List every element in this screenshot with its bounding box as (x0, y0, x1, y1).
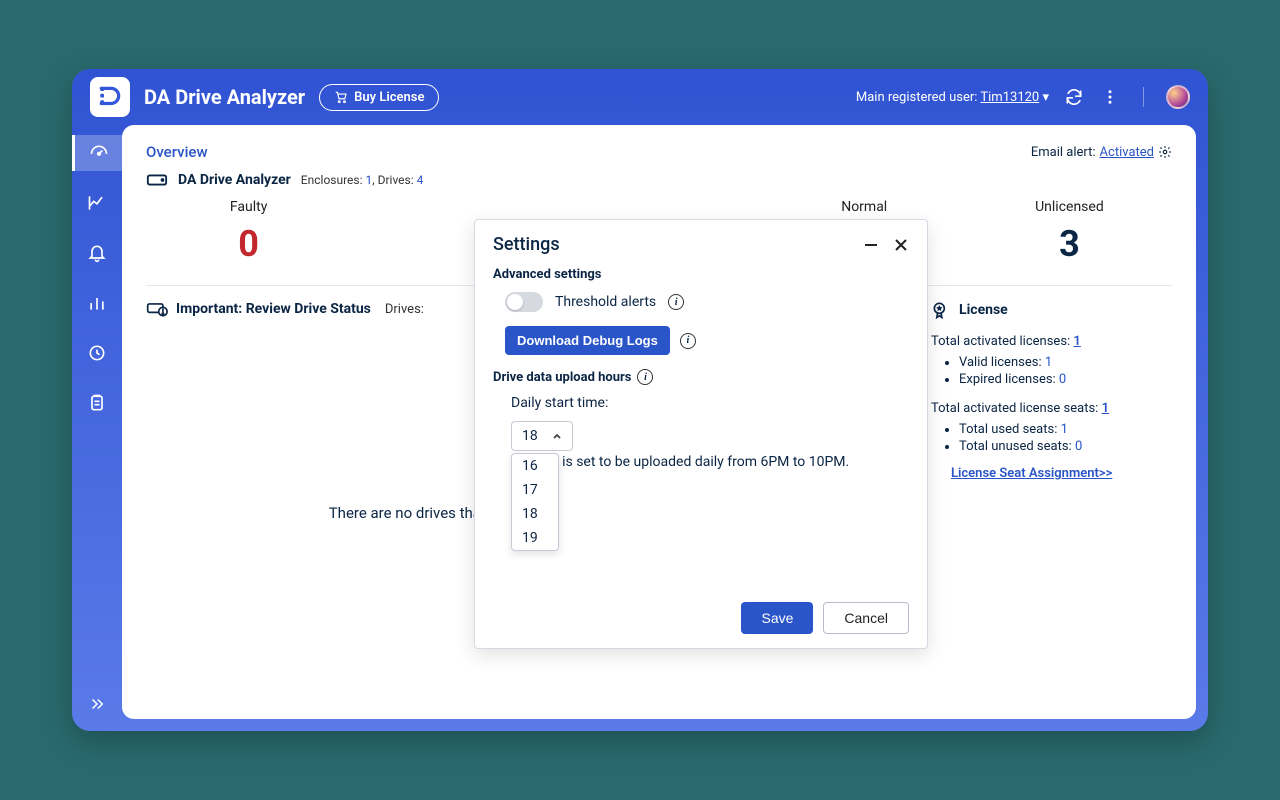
license-seat-assignment-link[interactable]: License Seat Assignment>> (951, 466, 1112, 481)
caret-down-icon: ▾ (1039, 90, 1049, 105)
stat-faulty[interactable]: Faulty 0 (146, 199, 351, 265)
bar-chart-icon (87, 293, 107, 313)
titlebar-separator (1143, 87, 1144, 107)
save-button[interactable]: Save (741, 602, 813, 634)
cart-icon (334, 90, 348, 104)
sidebar-expand-button[interactable] (72, 689, 122, 719)
total-seats-value[interactable]: 1 (1102, 401, 1109, 416)
info-icon[interactable]: i (680, 333, 696, 349)
page-title: Overview (146, 143, 208, 161)
modal-title: Settings (493, 234, 863, 255)
email-alert-link[interactable]: Activated (1100, 145, 1154, 160)
more-menu-button[interactable] (1099, 86, 1121, 108)
stat-unlicensed[interactable]: Unlicensed 3 (967, 199, 1172, 265)
valid-licenses: Valid licenses: 1 (959, 355, 1172, 370)
minimize-button[interactable] (863, 237, 879, 253)
start-hour-dropdown: 16 17 18 19 (511, 453, 559, 551)
download-debug-logs-button[interactable]: Download Debug Logs (505, 326, 670, 355)
app-title: DA Drive Analyzer (144, 85, 305, 109)
review-title: Important: Review Drive Status (176, 301, 371, 317)
chart-line-icon (87, 193, 107, 213)
bell-icon (87, 243, 107, 263)
buy-license-button[interactable]: Buy License (319, 84, 439, 111)
hour-option[interactable]: 18 (512, 502, 558, 526)
app-logo (90, 77, 130, 117)
sidebar-item-reports[interactable] (72, 285, 122, 321)
refresh-button[interactable] (1063, 86, 1085, 108)
buy-license-label: Buy License (354, 90, 424, 105)
gauge-icon (89, 143, 109, 163)
sidebar-item-overview[interactable] (72, 135, 122, 171)
threshold-toggle[interactable] (505, 292, 543, 312)
sidebar (72, 125, 122, 731)
license-panel: License Total activated licenses: 1 Vali… (912, 300, 1172, 522)
start-hour-select[interactable]: 18 (511, 421, 573, 451)
app-body: Overview Email alert: Activated DA Drive… (72, 125, 1208, 731)
info-icon[interactable]: i (637, 369, 653, 385)
drive-icon (146, 171, 168, 189)
email-alert-status: Email alert: Activated (1031, 145, 1172, 160)
user-name-link[interactable]: Tim13120 (980, 90, 1039, 105)
hour-option[interactable]: 16 (512, 454, 558, 478)
start-hour-value: 18 (522, 428, 538, 444)
sidebar-item-analytics[interactable] (72, 185, 122, 221)
gear-icon[interactable] (1158, 145, 1172, 159)
clipboard-icon (87, 393, 107, 413)
avatar[interactable] (1166, 85, 1190, 109)
total-seats: Total activated license seats: 1 (931, 401, 1172, 416)
info-icon[interactable]: i (668, 294, 684, 310)
unused-seats: Total unused seats: 0 (959, 439, 1172, 454)
total-activated-value[interactable]: 1 (1073, 334, 1080, 349)
drive-alert-icon (146, 300, 168, 318)
sidebar-item-logs[interactable] (72, 385, 122, 421)
upload-hours-label: Drive data upload hours (493, 370, 631, 385)
device-summary-header: DA Drive Analyzer Enclosures: 1, Drives:… (146, 171, 1172, 189)
cancel-button[interactable]: Cancel (823, 602, 909, 634)
close-button[interactable] (893, 237, 909, 253)
daily-start-label: Daily start time: (511, 395, 909, 411)
used-seats: Total used seats: 1 (959, 422, 1172, 437)
threshold-label: Threshold alerts (555, 294, 656, 310)
minimize-icon (863, 237, 879, 253)
clock-icon (87, 343, 107, 363)
hour-option[interactable]: 19 (512, 526, 558, 550)
user-label[interactable]: Main registered user: Tim13120 ▾ (856, 90, 1049, 105)
content-panel: Overview Email alert: Activated DA Drive… (122, 125, 1196, 719)
expired-licenses: Expired licenses: 0 (959, 372, 1172, 387)
settings-modal: Settings Advanced settings Threshold ale… (474, 219, 928, 649)
advanced-settings-label: Advanced settings (493, 267, 909, 282)
chevron-double-right-icon (88, 695, 106, 713)
enclosure-drive-count: Enclosures: 1, Drives: 4 (301, 173, 424, 187)
titlebar: DA Drive Analyzer Buy License Main regis… (72, 69, 1208, 125)
device-name: DA Drive Analyzer (178, 172, 291, 188)
close-icon (893, 237, 909, 253)
sidebar-item-alerts[interactable] (72, 235, 122, 271)
chevron-up-icon (552, 431, 562, 441)
sidebar-item-history[interactable] (72, 335, 122, 371)
hour-option[interactable]: 17 (512, 478, 558, 502)
license-badge-icon (931, 300, 951, 320)
total-activated-licenses: Total activated licenses: 1 (931, 334, 1172, 349)
review-subtext: Drives: (385, 302, 424, 317)
upload-schedule-text: a is set to be uploaded daily from 6PM t… (551, 454, 849, 470)
license-heading: License (959, 302, 1008, 318)
app-window: DA Drive Analyzer Buy License Main regis… (72, 69, 1208, 731)
